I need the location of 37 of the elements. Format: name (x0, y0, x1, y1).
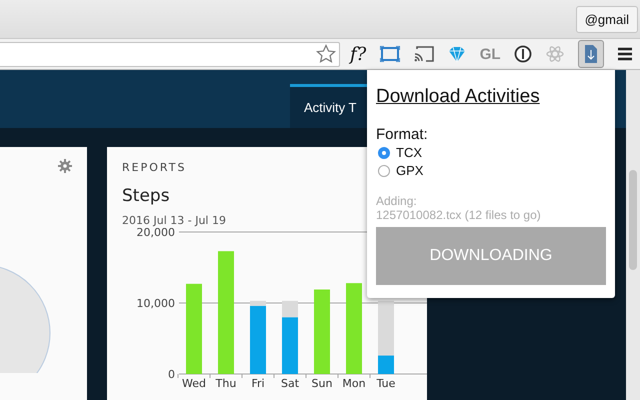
status-label: Adding: (376, 194, 418, 208)
screen-icon[interactable] (380, 46, 400, 62)
star-icon[interactable] (316, 44, 336, 64)
scrollbar[interactable] (626, 70, 640, 400)
axis-label: Wed (182, 377, 206, 390)
popup-title: Download Activities (376, 86, 541, 108)
date-range: 2016 Jul 13 - Jul 19 (122, 214, 226, 227)
axis-label: 0 (168, 368, 175, 381)
option-label: GPX (396, 163, 424, 178)
radio-button[interactable] (378, 164, 390, 176)
nav-tab[interactable]: Activity T (290, 84, 366, 128)
format-label: Format: (376, 126, 429, 143)
axis-label: 20,000 (136, 228, 175, 239)
download-extension-button[interactable] (578, 40, 604, 68)
extension-icon[interactable]: f? (350, 44, 366, 64)
file-download-icon (585, 45, 598, 63)
option-label: TCX (396, 145, 422, 160)
axis-label: Sat (280, 377, 300, 390)
axis-label: Sun (312, 377, 332, 390)
chart-title: Steps (122, 186, 170, 206)
status-file: 1257010082.tcx (12 files to go) (376, 208, 542, 222)
format-option[interactable]: GPX (378, 163, 606, 178)
diamond-icon[interactable] (448, 45, 466, 63)
axis-label: Mon (342, 377, 366, 390)
section-label: REPORTS (122, 161, 186, 174)
address-bar[interactable] (0, 42, 340, 66)
format-option[interactable]: TCX (378, 145, 606, 160)
radio-button[interactable] (378, 146, 390, 158)
axis-label: 10,000 (136, 297, 175, 310)
axis-label: Fri (251, 377, 265, 390)
account-button[interactable]: @gmail (576, 6, 638, 33)
axis-label: Thu (216, 377, 236, 390)
settings-icon[interactable] (58, 159, 72, 173)
axis-label: Tue (376, 377, 396, 390)
menu-icon[interactable] (618, 47, 632, 61)
info-icon[interactable] (514, 45, 532, 63)
cast-icon[interactable] (414, 46, 434, 62)
